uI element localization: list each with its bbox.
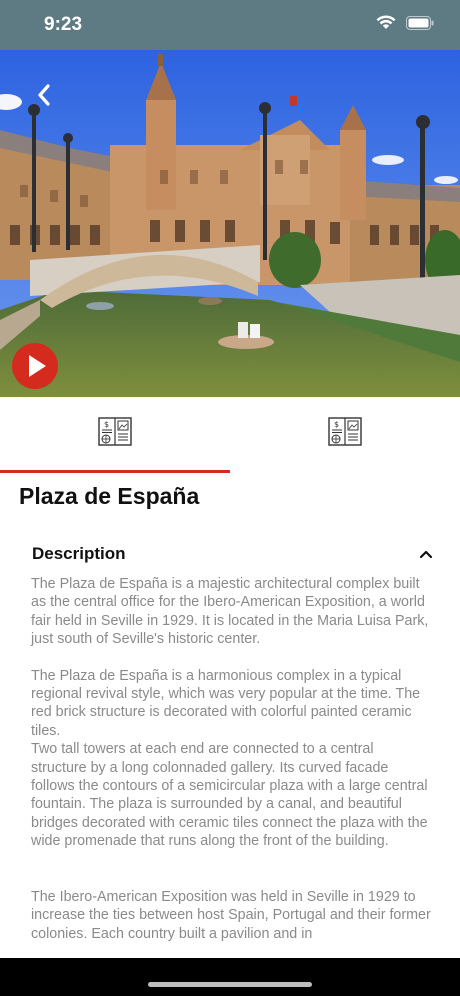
status-icons — [376, 15, 434, 35]
hero-image — [0, 50, 460, 397]
tab-details[interactable]: $ — [230, 397, 460, 473]
chevron-left-icon — [38, 84, 50, 106]
description-paragraph: The Plaza de España is a majestic archit… — [31, 576, 429, 648]
battery-icon — [406, 15, 434, 35]
svg-text:$: $ — [334, 420, 339, 429]
wifi-icon — [376, 15, 396, 35]
status-time: 9:23 — [44, 14, 83, 35]
status-bar: 9:23 — [0, 0, 460, 50]
page-title: Plaza de España — [19, 483, 200, 509]
plaza-photo — [0, 50, 460, 397]
description-body: The Plaza de España is a majestic archit… — [31, 575, 431, 943]
description-paragraph: The Plaza de España is a harmonious comp… — [31, 667, 421, 739]
home-indicator[interactable] — [148, 982, 312, 987]
content-tabs: $ $ — [0, 397, 460, 473]
chevron-up-icon — [419, 550, 433, 559]
brochure-icon: $ — [98, 417, 132, 446]
brochure-icon: $ — [328, 417, 362, 446]
tab-info[interactable]: $ — [0, 397, 230, 473]
description-paragraph: Two tall towers at each end are connecte… — [31, 741, 428, 850]
description-title: Description — [32, 544, 126, 563]
play-video-button[interactable] — [12, 343, 58, 389]
bottom-bar — [0, 958, 460, 996]
description-paragraph: The Ibero-American Exposition was held i… — [31, 888, 431, 942]
description-toggle[interactable]: Description — [0, 540, 460, 570]
app-screen: 9:23 $ $ Plaza de España Description The… — [0, 0, 460, 996]
svg-text:$: $ — [104, 420, 109, 429]
back-button[interactable] — [30, 80, 60, 110]
